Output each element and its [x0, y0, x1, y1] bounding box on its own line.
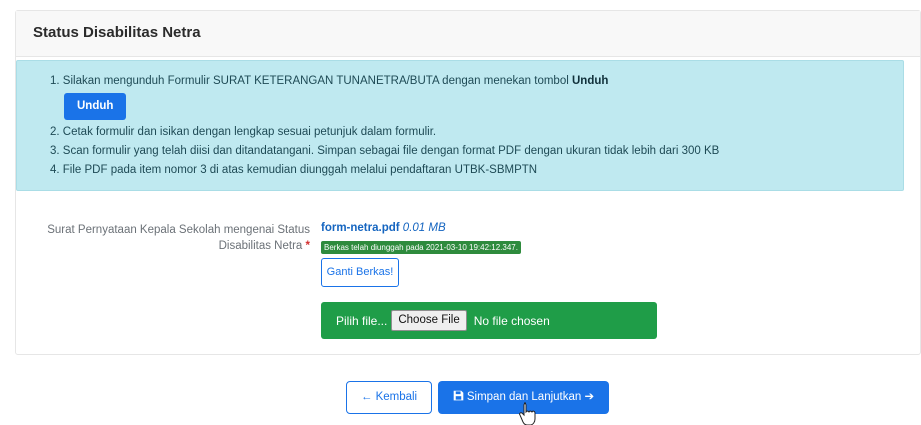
uploaded-file-link[interactable]: form-netra.pdf — [321, 222, 400, 234]
download-button[interactable]: Unduh — [64, 93, 127, 120]
choose-file-button[interactable]: Choose File — [391, 310, 467, 331]
required-mark: * — [305, 240, 310, 252]
change-file-button[interactable]: Ganti Berkas! — [321, 258, 399, 287]
field-label-line1: Surat Pernyataan Kepala Sekolah mengenai… — [47, 224, 310, 236]
uploaded-file-size: 0.01 MB — [402, 222, 446, 234]
pick-file-label: Pilih file... — [336, 313, 388, 328]
hand-pointer-cursor — [519, 402, 536, 425]
instruction-item-1: 1. Silakan mengunduh Formulir SURAT KETE… — [50, 72, 890, 91]
arrow-right-icon: ➔ — [584, 391, 595, 403]
card-title: Status Disabilitas Netra — [16, 11, 920, 57]
floppy-disk-icon — [453, 390, 464, 401]
instruction-item-1-text: 1. Silakan mengunduh Formulir SURAT KETE… — [50, 75, 572, 87]
back-button[interactable]: ← Kembali — [346, 381, 432, 414]
instruction-item-2: 2. Cetak formulir dan isikan dengan leng… — [50, 126, 437, 138]
uploaded-file-info: form-netra.pdf 0.01 MB — [321, 222, 446, 234]
instruction-item-4: 4. File PDF pada item nomor 3 di atas ke… — [50, 164, 538, 176]
instruction-item-3: 3. Scan formulir yang telah diisi dan di… — [50, 145, 720, 157]
no-file-chosen-text: No file chosen — [473, 313, 550, 328]
instruction-item-1-bold: Unduh — [571, 75, 609, 87]
upload-status-badge: Berkas telah diunggah pada 2021-03-10 19… — [321, 241, 521, 254]
instructions-alert: 1. Silakan mengunduh Formulir SURAT KETE… — [16, 60, 904, 191]
field-label: Surat Pernyataan Kepala Sekolah mengenai… — [20, 222, 310, 254]
file-picker: Pilih file... Choose File No file chosen — [321, 302, 657, 339]
field-label-line2: Disabilitas Netra — [218, 240, 303, 252]
